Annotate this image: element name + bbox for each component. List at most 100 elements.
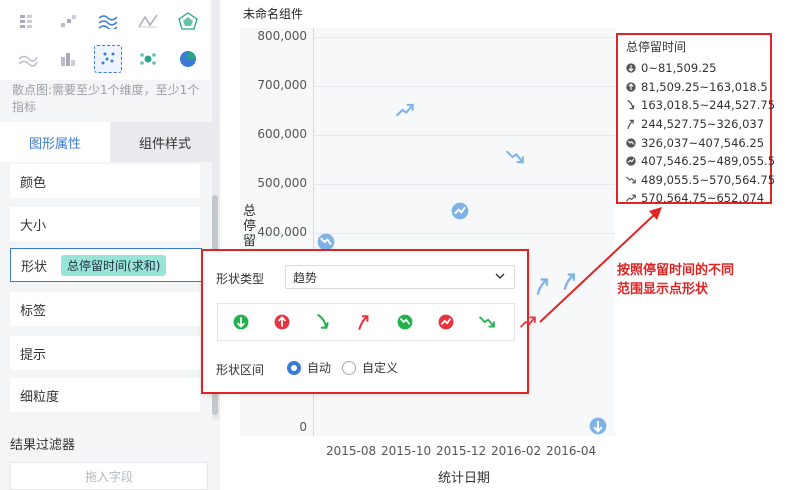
scatter-point-trend-up-icon[interactable] bbox=[396, 101, 414, 119]
x-tick-label: 2015-10 bbox=[381, 444, 432, 458]
filter-drop-field[interactable]: 拖入字段 bbox=[10, 462, 208, 490]
gridline bbox=[313, 232, 615, 234]
bubble-icon[interactable] bbox=[134, 45, 162, 73]
trend-up-icon bbox=[626, 193, 636, 203]
y-tick-label: 0 bbox=[299, 420, 307, 434]
property-shape[interactable]: 形状 总停留时间(求和) bbox=[10, 248, 202, 282]
y-tick-label: 700,000 bbox=[257, 77, 307, 92]
x-axis-label: 统计日期 bbox=[438, 471, 491, 486]
trend-down-green-icon[interactable] bbox=[478, 313, 496, 331]
line-icon[interactable] bbox=[134, 7, 162, 35]
radio-auto[interactable] bbox=[287, 360, 301, 375]
shape-field-tag[interactable]: 总停留时间(求和) bbox=[61, 254, 167, 276]
range-custom-label: 自定义 bbox=[362, 361, 399, 375]
trend-down-icon bbox=[626, 175, 636, 185]
app-root: 散点图:需要至少1个维度，至少1个指标 图形属性 组件样式 颜色 大小 形状 总… bbox=[0, 0, 789, 490]
legend-items: 0~81,509.25 81,509.25~163,018.5 163,018.5~… bbox=[626, 59, 775, 208]
radio-custom[interactable] bbox=[342, 360, 356, 375]
grid-table-icon[interactable] bbox=[54, 7, 82, 35]
legend-label: 489,055.5~570,564.75 bbox=[641, 172, 776, 187]
shape-type-select[interactable]: 趋势 bbox=[285, 265, 515, 289]
shape-settings-popup: 形状类型 趋势 形状区间 自动 自定义 bbox=[201, 249, 536, 394]
legend-item[interactable]: 489,055.5~570,564.75 bbox=[626, 171, 775, 190]
x-tick-label: 2015-08 bbox=[326, 444, 377, 458]
legend-item[interactable]: 570,564.75~652,074 bbox=[626, 189, 765, 208]
down-circle-green-icon[interactable] bbox=[232, 313, 250, 331]
up-arrow-red-icon[interactable] bbox=[355, 313, 373, 331]
legend-item[interactable]: 81,509.25~163,018.5 bbox=[626, 78, 768, 97]
gridline bbox=[313, 37, 615, 38]
property-label[interactable]: 标签 bbox=[10, 292, 200, 326]
y-tick-label: 800,000 bbox=[257, 29, 307, 43]
gridline bbox=[313, 183, 615, 185]
property-granularity[interactable]: 细粒度 bbox=[10, 378, 200, 412]
legend-label: 0~81,509.25 bbox=[641, 61, 717, 76]
up-circle-trend-icon bbox=[626, 156, 636, 166]
shape-type-label: 形状类型 bbox=[216, 272, 265, 286]
property-tooltip-label: 提示 bbox=[20, 347, 47, 363]
bar-icon[interactable] bbox=[54, 45, 82, 73]
property-color[interactable]: 颜色 bbox=[10, 164, 200, 198]
legend-title: 总停留时间 bbox=[626, 40, 687, 54]
tab-graphic-properties[interactable]: 图形属性 bbox=[0, 122, 110, 162]
up-circle-trend-red-icon[interactable] bbox=[437, 313, 455, 331]
scatter-point-up-circle-trend-icon[interactable] bbox=[451, 202, 469, 220]
legend-label: 407,546.25~489,055.5 bbox=[641, 154, 776, 169]
legend-label: 244,527.75~326,037 bbox=[641, 117, 765, 132]
up-circle-icon bbox=[626, 82, 636, 92]
y-tick-label: 600,000 bbox=[257, 126, 307, 141]
y-tick-label: 500,000 bbox=[257, 175, 307, 190]
annotation-line-1: 按照停留时间的不同 bbox=[617, 263, 735, 278]
property-shape-label: 形状 bbox=[21, 259, 48, 275]
property-size-label: 大小 bbox=[20, 218, 47, 234]
component-title[interactable]: 未命名组件 bbox=[243, 5, 303, 22]
property-color-label: 颜色 bbox=[20, 175, 47, 191]
legend-item[interactable]: 407,546.25~489,055.5 bbox=[626, 152, 775, 171]
scatter-point-trend-down-icon[interactable] bbox=[506, 148, 524, 166]
property-size[interactable]: 大小 bbox=[10, 207, 200, 241]
up-circle-red-icon[interactable] bbox=[273, 313, 291, 331]
legend-label: 163,018.5~244,527.75 bbox=[641, 98, 776, 113]
x-tick-label: 2016-04 bbox=[546, 444, 597, 458]
down-circle-trend-green-icon[interactable] bbox=[396, 313, 414, 331]
radar-icon[interactable] bbox=[174, 7, 202, 35]
area-icon[interactable] bbox=[14, 45, 42, 73]
legend-item[interactable]: 326,037~407,546.25 bbox=[626, 133, 764, 152]
annotation-line-2: 范围显示点形状 bbox=[617, 282, 709, 297]
property-granularity-label: 细粒度 bbox=[20, 389, 60, 405]
range-auto-option[interactable]: 自动 bbox=[287, 359, 331, 376]
shape-range-label: 形状区间 bbox=[216, 363, 265, 377]
scatter-point-up-arrow-icon[interactable] bbox=[534, 277, 552, 296]
grouped-table-icon[interactable] bbox=[14, 7, 42, 35]
legend-item[interactable]: 163,018.5~244,527.75 bbox=[626, 96, 775, 115]
down-circle-trend-icon bbox=[626, 138, 636, 148]
scatter-point-up-arrow-icon[interactable] bbox=[561, 272, 579, 291]
chart-type-picker bbox=[0, 0, 210, 80]
shape-type-value: 趋势 bbox=[293, 270, 318, 285]
pie-icon[interactable] bbox=[174, 45, 202, 73]
property-tabs: 图形属性 组件样式 bbox=[0, 122, 220, 162]
result-filter-title: 结果过滤器 bbox=[10, 438, 76, 453]
gridline bbox=[313, 85, 615, 87]
multi-line-icon[interactable] bbox=[94, 7, 122, 35]
scatter-point-down-circle-icon[interactable] bbox=[589, 417, 607, 435]
legend-label: 570,564.75~652,074 bbox=[641, 191, 765, 206]
property-tooltip[interactable]: 提示 bbox=[10, 336, 200, 370]
x-tick-label: 2015-12 bbox=[436, 444, 487, 458]
legend-item[interactable]: 0~81,509.25 bbox=[626, 59, 762, 78]
chevron-down-icon bbox=[494, 270, 506, 285]
x-tick-label: 2016-02 bbox=[491, 444, 542, 458]
shape-legend: 总停留时间 0~81,509.25 81,509.25~163,018.5 163,… bbox=[616, 33, 775, 205]
trend-up-red-icon[interactable] bbox=[519, 313, 537, 331]
range-auto-label: 自动 bbox=[307, 361, 332, 375]
up-arrow-icon bbox=[626, 119, 636, 130]
down-arrow-green-icon[interactable] bbox=[314, 313, 332, 331]
down-arrow-icon bbox=[626, 100, 636, 110]
down-circle-icon bbox=[626, 63, 636, 73]
range-custom-option[interactable]: 自定义 bbox=[342, 359, 398, 376]
chart-type-hint: 散点图:需要至少1个维度，至少1个指标 bbox=[12, 83, 200, 114]
tab-component-style[interactable]: 组件样式 bbox=[110, 122, 220, 162]
left-panel: 散点图:需要至少1个维度，至少1个指标 图形属性 组件样式 颜色 大小 形状 总… bbox=[0, 0, 220, 490]
scatter-icon[interactable] bbox=[94, 45, 122, 73]
legend-item[interactable]: 244,527.75~326,037 bbox=[626, 115, 765, 134]
